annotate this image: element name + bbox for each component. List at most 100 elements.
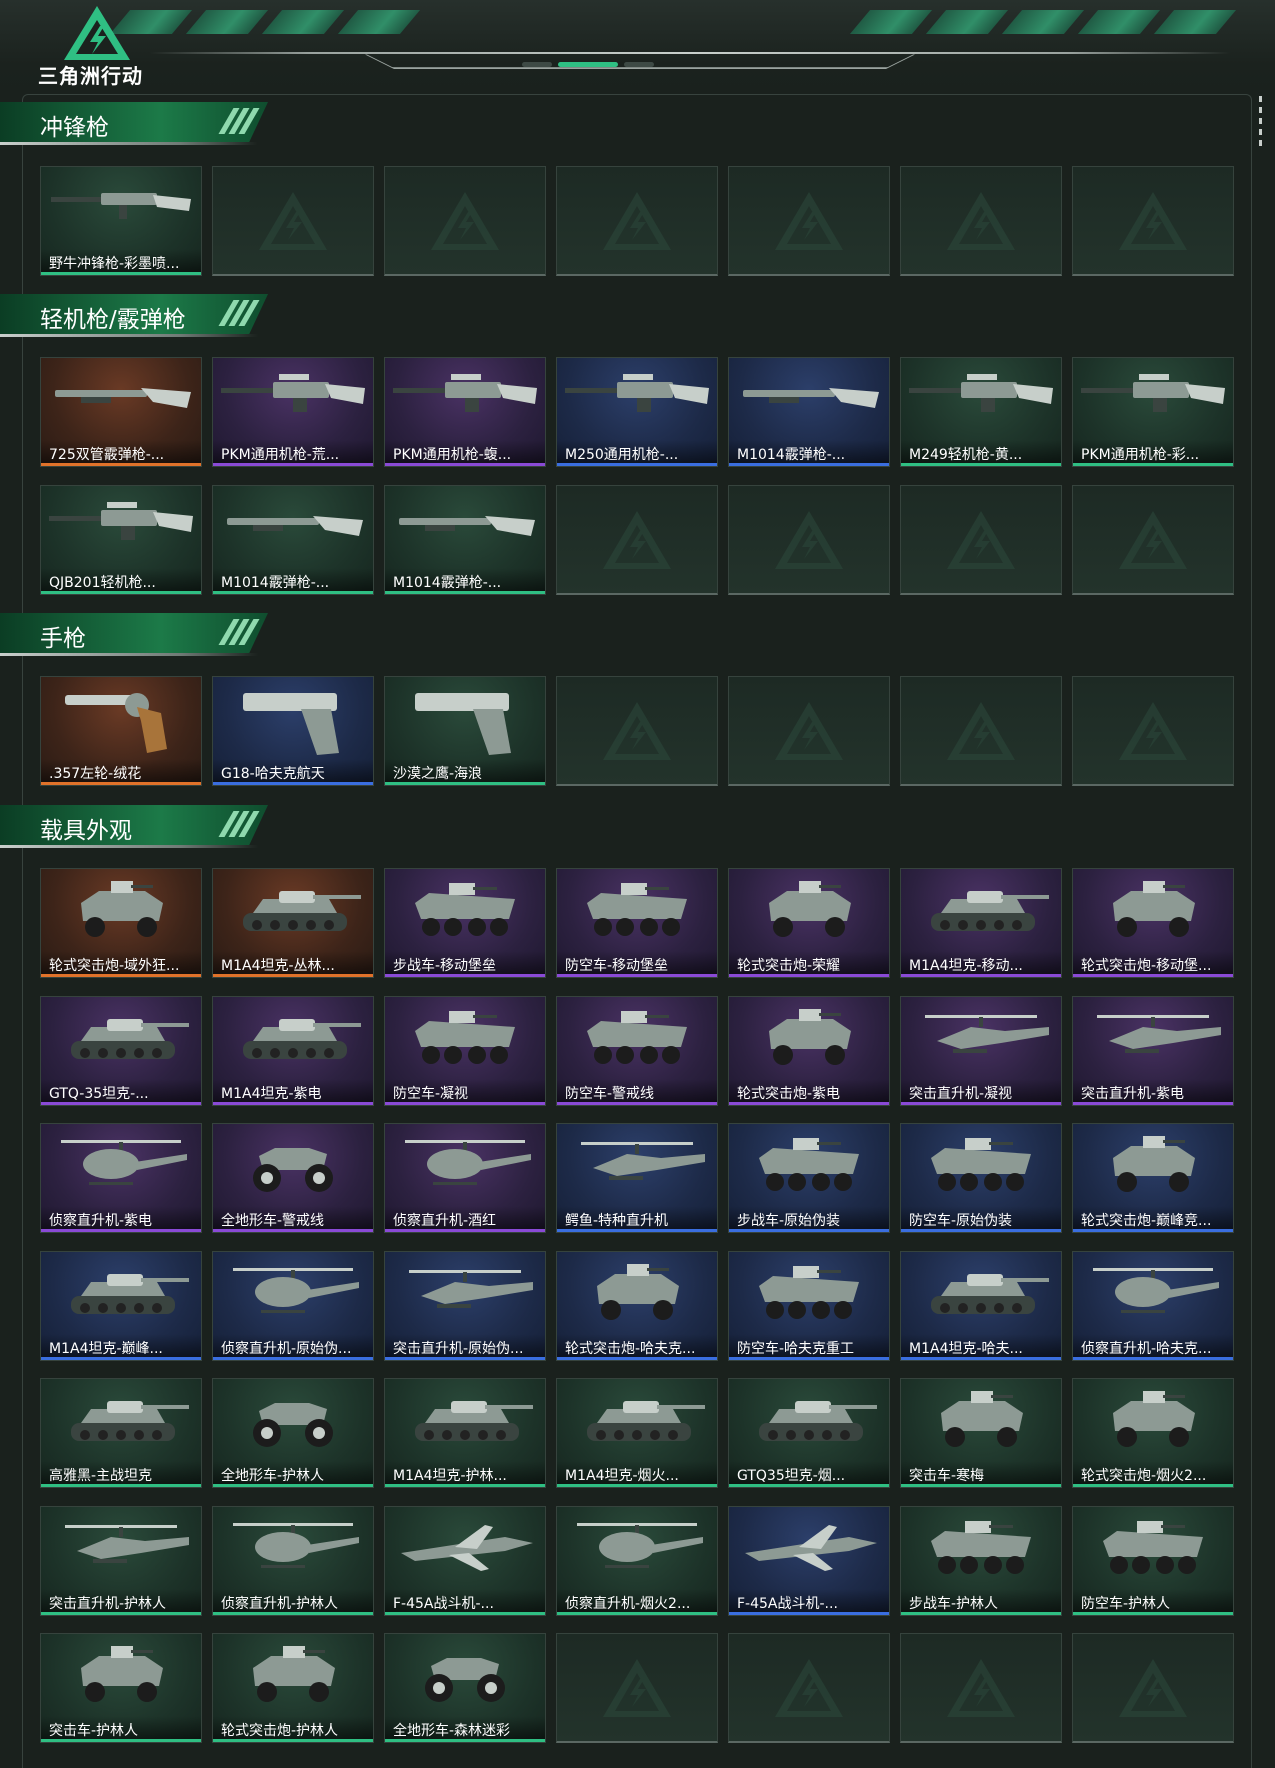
item-card[interactable]: 防空车-移动堡垒 (556, 868, 718, 978)
item-card[interactable]: 防空车-护林人 (1072, 1506, 1234, 1616)
placeholder-logo-icon (1117, 1657, 1189, 1719)
item-card[interactable]: M1A4坦克-紫电 (212, 996, 374, 1106)
item-card[interactable]: 全地形车-森林迷彩 (384, 1633, 546, 1743)
item-card[interactable]: M1A4坦克-巅峰... (40, 1251, 202, 1361)
jet-icon (745, 1525, 877, 1571)
item-card[interactable]: 全地形车-护林人 (212, 1378, 374, 1488)
armored-car-icon (81, 881, 163, 937)
rarity-bar (213, 974, 373, 977)
item-card[interactable]: 突击直升机-护林人 (40, 1506, 202, 1616)
item-card[interactable]: M1A4坦克-哈夫... (900, 1251, 1062, 1361)
scrollbar[interactable] (1259, 96, 1262, 146)
item-card[interactable]: 轮式突击炮-哈夫克... (556, 1251, 718, 1361)
item-card[interactable]: M1014霰弹枪-... (384, 485, 546, 595)
rarity-bar (41, 463, 201, 466)
ifv-icon (415, 883, 515, 936)
tank-icon (415, 1401, 533, 1441)
item-card[interactable]: M1014霰弹枪-... (212, 485, 374, 595)
rarity-bar (41, 974, 201, 977)
item-card[interactable]: 鳄鱼-特种直升机 (556, 1123, 718, 1233)
item-card[interactable]: M1014霰弹枪-... (728, 357, 890, 467)
placeholder-logo-icon (601, 1657, 673, 1719)
item-card[interactable]: 突击直升机-紫电 (1072, 996, 1234, 1106)
item-card[interactable]: G18-哈夫克航天 (212, 676, 374, 786)
ifv-icon (931, 1138, 1031, 1191)
item-card[interactable]: GTQ35坦克-烟... (728, 1378, 890, 1488)
ifv-icon (931, 1521, 1031, 1574)
placeholder-logo-icon (945, 509, 1017, 571)
machine-gun-icon (393, 374, 537, 412)
item-card[interactable]: 防空车-凝视 (384, 996, 546, 1106)
rarity-bar (557, 1229, 717, 1232)
placeholder-logo-icon (945, 700, 1017, 762)
item-card[interactable]: 防空车-警戒线 (556, 996, 718, 1106)
item-card[interactable]: M250通用机枪-... (556, 357, 718, 467)
item-card[interactable]: M1A4坦克-移动... (900, 868, 1062, 978)
item-card[interactable]: 突击车-护林人 (40, 1633, 202, 1743)
item-card[interactable]: 轮式突击炮-紫电 (728, 996, 890, 1106)
item-card[interactable]: 侦察直升机-护林人 (212, 1506, 374, 1616)
attack-helicopter-icon (409, 1270, 533, 1308)
rarity-bar (729, 974, 889, 977)
item-card[interactable]: 高雅黑-主战坦克 (40, 1378, 202, 1488)
top-header: 三角洲行动 (0, 0, 1275, 92)
tank-icon (587, 1401, 705, 1441)
empty-slot (900, 166, 1062, 276)
item-card[interactable]: 防空车-原始伪装 (900, 1123, 1062, 1233)
header-stripes-left (109, 10, 421, 36)
item-card[interactable]: M1A4坦克-烟火... (556, 1378, 718, 1488)
item-card[interactable]: 轮式突击炮-烟火2... (1072, 1378, 1234, 1488)
item-card[interactable]: 侦察直升机-哈夫克... (1072, 1251, 1234, 1361)
rarity-bar (41, 1102, 201, 1105)
item-card[interactable]: 轮式突击炮-护林人 (212, 1633, 374, 1743)
item-card[interactable]: 突击车-寒梅 (900, 1378, 1062, 1488)
item-card[interactable]: PKM通用机枪-荒... (212, 357, 374, 467)
item-card[interactable]: F-45A战斗机-... (728, 1506, 890, 1616)
item-card[interactable]: .357左轮-绒花 (40, 676, 202, 786)
item-card[interactable]: M1A4坦克-丛林... (212, 868, 374, 978)
item-card[interactable]: F-45A战斗机-... (384, 1506, 546, 1616)
shotgun-icon (743, 388, 879, 408)
placeholder-logo-icon (1117, 700, 1189, 762)
item-card[interactable]: M249轻机枪-黄... (900, 357, 1062, 467)
item-card[interactable]: 侦察直升机-酒红 (384, 1123, 546, 1233)
item-card[interactable]: 725双管霰弹枪-... (40, 357, 202, 467)
item-card[interactable]: 侦察直升机-原始伪... (212, 1251, 374, 1361)
item-card[interactable]: 侦察直升机-紫电 (40, 1123, 202, 1233)
item-card[interactable]: 轮式突击炮-移动堡... (1072, 868, 1234, 978)
item-card[interactable]: PKM通用机枪-彩... (1072, 357, 1234, 467)
rarity-bar (213, 782, 373, 785)
empty-slot (900, 485, 1062, 595)
item-card[interactable]: GTQ-35坦克-... (40, 996, 202, 1106)
armored-car-icon (597, 1264, 679, 1320)
attack-helicopter-icon (925, 1015, 1049, 1053)
item-card[interactable]: 轮式突击炮-域外狂... (40, 868, 202, 978)
rarity-bar (41, 1484, 201, 1487)
item-card[interactable]: 突击直升机-凝视 (900, 996, 1062, 1106)
rarity-bar (41, 272, 201, 275)
item-card[interactable]: 突击直升机-原始伪... (384, 1251, 546, 1361)
item-card[interactable]: 全地形车-警戒线 (212, 1123, 374, 1233)
rarity-bar (729, 1102, 889, 1105)
item-card[interactable]: 沙漠之鹰-海浪 (384, 676, 546, 786)
rarity-bar (41, 1739, 201, 1742)
armored-car-icon (769, 881, 851, 937)
rarity-bar (1073, 1357, 1233, 1360)
item-card[interactable]: 野牛冲锋枪-彩墨喷... (40, 166, 202, 276)
item-card[interactable]: 防空车-哈夫克重工 (728, 1251, 890, 1361)
item-card[interactable]: M1A4坦克-护林... (384, 1378, 546, 1488)
placeholder-logo-icon (773, 509, 845, 571)
item-card[interactable]: QJB201轻机枪... (40, 485, 202, 595)
empty-slot (900, 1633, 1062, 1743)
rarity-bar (385, 1612, 545, 1615)
item-card[interactable]: 轮式突击炮-巅峰竞... (1072, 1123, 1234, 1233)
item-card[interactable]: PKM通用机枪-蝮... (384, 357, 546, 467)
item-card[interactable]: 步战车-移动堡垒 (384, 868, 546, 978)
item-card[interactable]: 步战车-原始伪装 (728, 1123, 890, 1233)
item-card[interactable]: 轮式突击炮-荣耀 (728, 868, 890, 978)
attack-helicopter-icon (1097, 1015, 1221, 1053)
item-card[interactable]: 侦察直升机-烟火2... (556, 1506, 718, 1616)
rarity-bar (41, 782, 201, 785)
placeholder-logo-icon (601, 700, 673, 762)
item-card[interactable]: 步战车-护林人 (900, 1506, 1062, 1616)
